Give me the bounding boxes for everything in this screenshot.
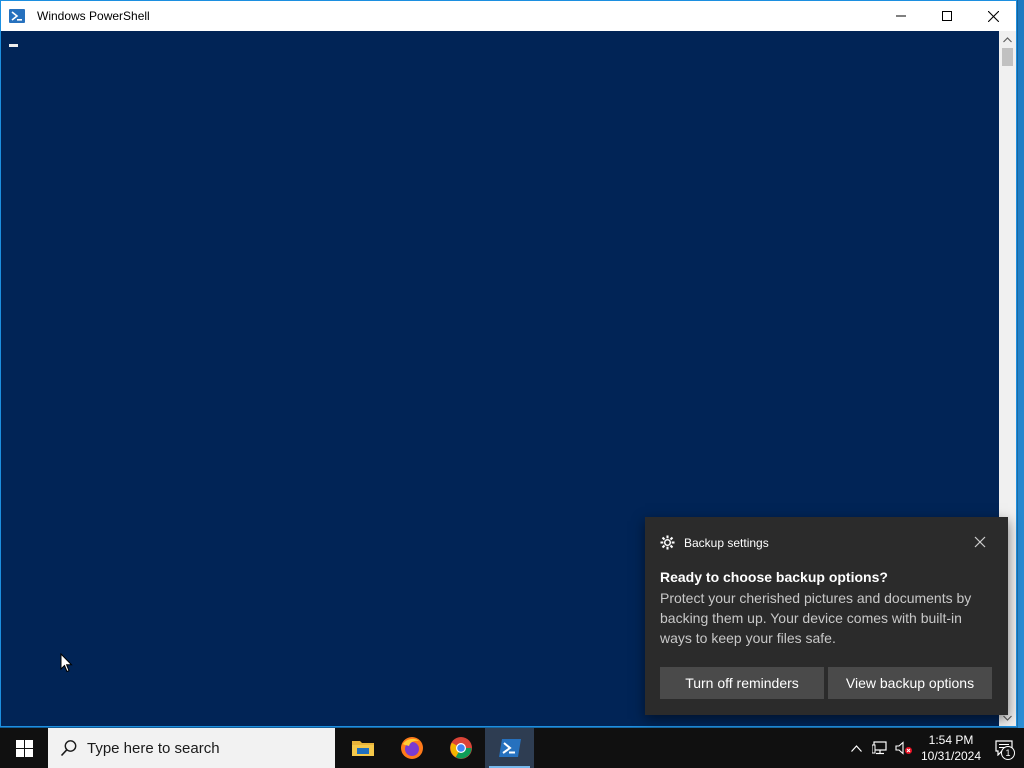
search-placeholder: Type here to search <box>87 739 220 757</box>
taskbar-app-firefox[interactable] <box>387 728 436 768</box>
scroll-thumb[interactable] <box>1002 48 1013 66</box>
clock[interactable]: 1:54 PM 10/31/2024 <box>918 732 984 764</box>
chevron-down-icon <box>1003 715 1012 721</box>
clock-date: 10/31/2024 <box>920 749 982 763</box>
start-button[interactable] <box>0 728 48 768</box>
powershell-icon <box>9 8 25 24</box>
firefox-icon <box>400 737 423 759</box>
title-bar[interactable]: Windows PowerShell <box>1 1 1016 31</box>
text-cursor <box>9 44 18 47</box>
close-icon <box>987 10 999 22</box>
clock-time: 1:54 PM <box>928 733 974 747</box>
maximize-icon <box>942 11 952 21</box>
taskbar-app-file-explorer[interactable] <box>338 728 387 768</box>
search-icon <box>60 739 78 757</box>
chevron-up-icon <box>1003 36 1012 42</box>
taskbar-app-chrome[interactable] <box>436 728 485 768</box>
chevron-up-icon <box>850 744 862 752</box>
close-button[interactable] <box>970 1 1016 31</box>
volume-muted-icon <box>895 741 912 755</box>
notification-body: Protect your cherished pictures and docu… <box>660 590 972 646</box>
minimize-icon <box>896 15 906 17</box>
taskbar: Type here to search 1:54 PM 10/31/2024 1 <box>0 728 1024 768</box>
network-icon <box>872 741 887 755</box>
taskbar-search[interactable]: Type here to search <box>48 728 335 768</box>
turn-off-reminders-button[interactable]: Turn off reminders <box>660 667 824 699</box>
window-title: Windows PowerShell <box>37 9 150 23</box>
view-backup-options-button[interactable]: View backup options <box>828 667 992 699</box>
notification-title: Ready to choose backup options? <box>660 569 888 585</box>
volume-button[interactable] <box>892 728 916 768</box>
gear-icon <box>660 535 675 550</box>
network-button[interactable] <box>868 728 892 768</box>
folder-icon <box>351 741 374 756</box>
powershell-icon <box>498 739 521 757</box>
show-hidden-icons-button[interactable] <box>844 728 868 768</box>
backup-notification[interactable]: Backup settings Ready to choose backup o… <box>645 517 1008 715</box>
close-icon[interactable] <box>974 536 986 548</box>
minimize-button[interactable] <box>878 1 924 31</box>
taskbar-app-powershell[interactable] <box>485 728 534 768</box>
action-center-button[interactable]: 1 <box>984 728 1024 768</box>
system-tray: 1:54 PM 10/31/2024 1 <box>844 728 1024 768</box>
chrome-icon <box>449 737 472 759</box>
notification-count-badge: 1 <box>1001 746 1015 760</box>
notification-app-name: Backup settings <box>684 535 769 550</box>
windows-logo-icon <box>15 739 33 757</box>
maximize-button[interactable] <box>924 1 970 31</box>
scroll-up-arrow[interactable] <box>999 31 1016 48</box>
mouse-pointer-icon <box>60 653 73 673</box>
